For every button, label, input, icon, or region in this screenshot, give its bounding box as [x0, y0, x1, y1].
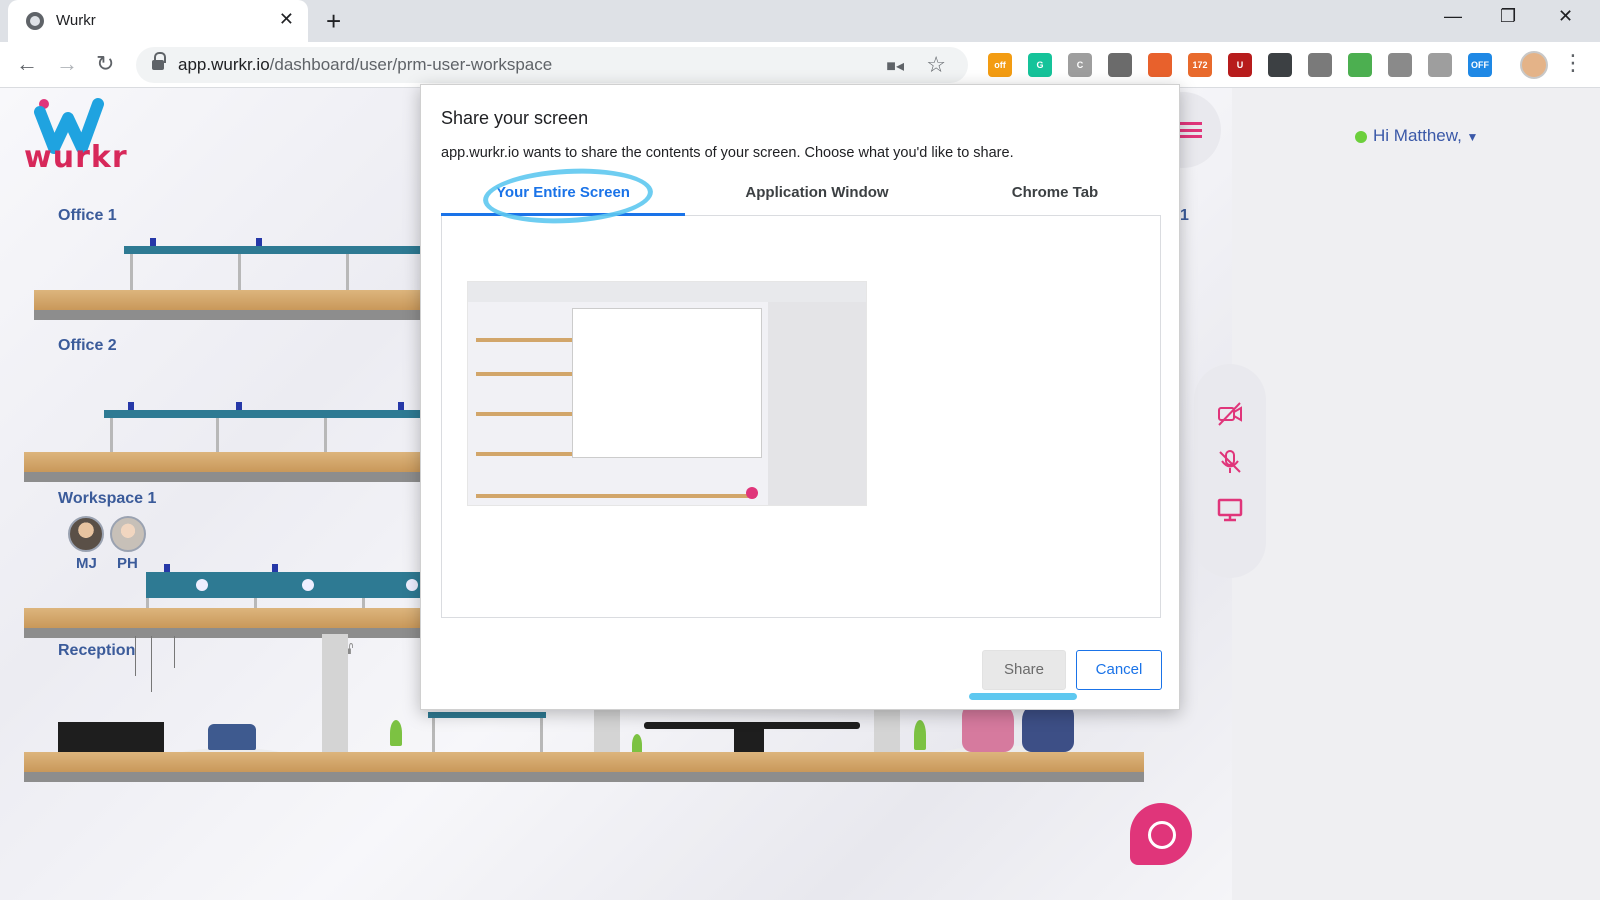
camera-icon[interactable]: ■◂ — [886, 56, 904, 76]
pendant-lamp — [174, 636, 175, 668]
cup — [128, 402, 134, 410]
bird-ext-icon[interactable] — [1308, 53, 1332, 77]
share-button[interactable]: Share — [982, 650, 1066, 690]
cup — [164, 564, 170, 572]
window-close-icon[interactable]: ✕ — [1558, 6, 1573, 27]
thumb-floor — [476, 338, 572, 342]
avatar[interactable] — [68, 516, 104, 552]
thumb-floor — [476, 372, 572, 376]
off-badge-icon[interactable]: off — [988, 53, 1012, 77]
pendant-lamp — [151, 636, 152, 692]
room-label-office-1[interactable]: Office 1 — [58, 207, 117, 225]
browser-tab-strip: Wurkr ✕ + — ❐ ✕ — [0, 0, 1600, 42]
briefcase-ext-icon[interactable] — [1428, 53, 1452, 77]
thumb-floor — [476, 452, 572, 456]
chat-button[interactable] — [1130, 803, 1192, 865]
off-ext-icon[interactable]: OFF — [1468, 53, 1492, 77]
thumb-dialog — [572, 308, 762, 458]
cup — [398, 402, 404, 410]
browser-tab[interactable]: Wurkr ✕ — [8, 0, 308, 42]
user-greeting[interactable]: Hi Matthew, ▼ — [1355, 126, 1478, 146]
meeting-table — [644, 722, 860, 729]
thumb-browser-chrome — [468, 282, 866, 302]
pendant-lamp — [135, 636, 136, 676]
floor — [24, 452, 424, 482]
lantern-ext-icon[interactable] — [1148, 53, 1172, 77]
online-status-icon — [1355, 130, 1367, 143]
back-icon[interactable]: ← — [16, 51, 38, 77]
url-text: app.wurkr.io/dashboard/user/prm-user-wor… — [178, 55, 553, 74]
greeting-text: Hi Matthew, — [1373, 126, 1462, 145]
thumb-right-panel — [768, 302, 866, 505]
dialog-title: Share your screen — [441, 108, 589, 128]
new-tab-button[interactable]: + — [326, 6, 341, 37]
grammarly-icon[interactable]: G — [1028, 53, 1052, 77]
cup — [256, 238, 262, 246]
room-label-workspace-1[interactable]: Workspace 1 — [58, 490, 156, 508]
c-ext-icon[interactable]: C — [1068, 53, 1092, 77]
plant — [390, 720, 402, 746]
screen-share-icon[interactable] — [1216, 496, 1244, 524]
cancel-button[interactable]: Cancel — [1076, 650, 1162, 690]
ublock-icon[interactable]: U — [1228, 53, 1252, 77]
call-controls — [1194, 364, 1266, 578]
desk — [104, 410, 424, 418]
thumb-floor — [476, 494, 756, 498]
tab-title: Wurkr — [56, 12, 96, 29]
restore-icon[interactable]: ❐ — [1500, 6, 1516, 27]
caret-down-icon: ▼ — [1466, 130, 1479, 144]
thumb-chat-button — [746, 487, 758, 499]
cup — [272, 564, 278, 572]
globe-icon — [26, 12, 44, 30]
mic-off-icon[interactable] — [1216, 448, 1244, 476]
minimize-icon[interactable]: — — [1444, 6, 1462, 27]
share-screen-dialog: Share your screen app.wurkr.io wants to … — [420, 84, 1180, 710]
wurkr-logo-text: wurkr — [24, 140, 128, 175]
room-label-office-2[interactable]: Office 2 — [58, 337, 117, 355]
room-label-fragment: 1 — [1180, 207, 1189, 224]
floor — [24, 752, 1144, 782]
floor — [24, 608, 424, 638]
monitor-ext-icon[interactable] — [1268, 53, 1292, 77]
browser-toolbar: ← → ↻ app.wurkr.io/dashboard/user/prm-us… — [0, 42, 1600, 88]
reload-icon[interactable]: ↻ — [96, 51, 114, 77]
count-ext-icon[interactable]: 172 — [1188, 53, 1212, 77]
desk-seats — [196, 579, 418, 591]
avatar[interactable] — [110, 516, 146, 552]
camera-off-icon[interactable] — [1216, 400, 1244, 428]
forward-icon[interactable]: → — [56, 51, 78, 77]
tab-application-window[interactable]: Application Window — [685, 180, 949, 216]
desk — [428, 712, 546, 718]
drive-ext-icon[interactable] — [1388, 53, 1412, 77]
entire-screen-thumbnail[interactable] — [467, 281, 867, 506]
user-initials: PH — [117, 555, 138, 572]
cup — [236, 402, 242, 410]
thumb-floor — [476, 412, 572, 416]
annotation-underline — [969, 693, 1077, 700]
hamburger-icon — [1180, 122, 1202, 138]
right-panel — [1232, 88, 1600, 900]
tab-chrome-tab[interactable]: Chrome Tab — [949, 180, 1161, 216]
lock-icon — [152, 52, 166, 71]
floor — [34, 290, 424, 320]
address-bar[interactable]: app.wurkr.io/dashboard/user/prm-user-wor… — [136, 47, 968, 83]
bookmark-star-icon[interactable]: ☆ — [926, 52, 946, 78]
dialog-description: app.wurkr.io wants to share the contents… — [441, 145, 1014, 161]
browser-menu-icon[interactable]: ⋮ — [1562, 50, 1584, 76]
wolf-ext-icon[interactable] — [1108, 53, 1132, 77]
room-label-reception[interactable]: Reception — [58, 642, 135, 660]
armchair — [208, 724, 256, 750]
plant — [914, 720, 926, 750]
close-tab-icon[interactable]: ✕ — [279, 9, 294, 30]
profile-avatar[interactable] — [1520, 51, 1548, 79]
cup — [150, 238, 156, 246]
green-ext-icon[interactable] — [1348, 53, 1372, 77]
desk — [124, 246, 424, 254]
user-initials: MJ — [76, 555, 97, 572]
